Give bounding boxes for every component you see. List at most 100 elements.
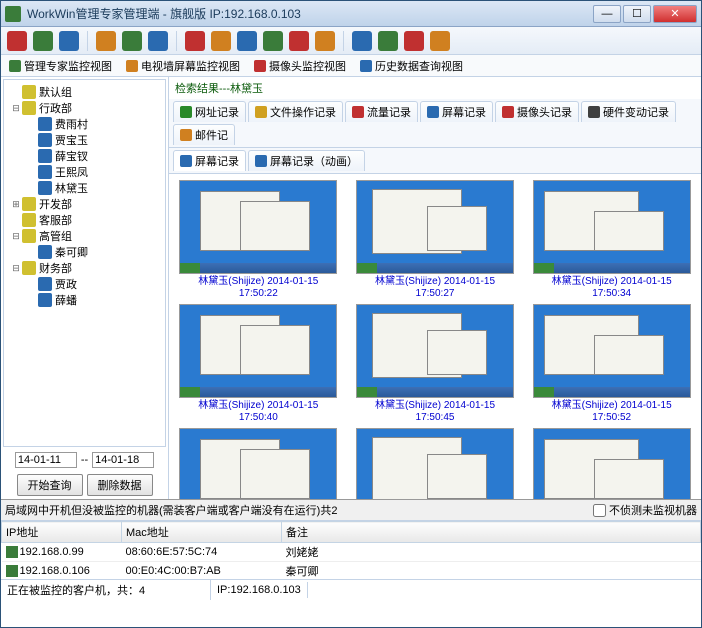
view-link-label: 历史数据查询视图	[375, 58, 463, 74]
toolbar-icon-3[interactable]	[96, 31, 116, 51]
screenshot-item[interactable]: 林黛玉(Shijize) 2014-01-1517:50:40	[173, 304, 344, 424]
col-mac[interactable]: Mac地址	[122, 522, 282, 543]
tree-node[interactable]: 薛蟠	[6, 292, 163, 308]
toolbar-icon-14[interactable]	[404, 31, 424, 51]
col-note[interactable]: 备注	[282, 522, 701, 543]
tree-node-label: 默认组	[39, 84, 72, 100]
screenshot-thumb	[533, 304, 691, 398]
tab-1[interactable]: 文件操作记录	[248, 101, 343, 122]
pc-icon	[6, 565, 18, 577]
delete-data-button[interactable]: 删除数据	[87, 474, 153, 496]
table-row[interactable]: 192.168.0.10600:E0:4C:00:B7:AB秦可卿	[2, 562, 701, 580]
toolbar-icon-6[interactable]	[185, 31, 205, 51]
folder-icon	[22, 197, 36, 211]
maximize-button[interactable]: ☐	[623, 5, 651, 23]
toolbar-icon-12[interactable]	[352, 31, 372, 51]
start-query-button[interactable]: 开始查询	[17, 474, 83, 496]
screenshot-item[interactable]: 林黛玉(Shijize) 2014-01-1517:50:27	[350, 180, 521, 300]
tab-4[interactable]: 摄像头记录	[495, 101, 579, 122]
tree-node[interactable]: 林黛玉	[6, 180, 163, 196]
pc-icon	[38, 293, 52, 307]
tree-node[interactable]: 客服部	[6, 212, 163, 228]
tabs-row-2: 屏幕记录屏幕记录（动画）	[169, 148, 701, 174]
minimize-button[interactable]: —	[593, 5, 621, 23]
toolbar-icon-2[interactable]	[59, 31, 79, 51]
view-link-2[interactable]: 摄像头监控视图	[254, 58, 346, 74]
screenshot-item[interactable]: 林黛玉(Shijize) 2014-01-1517:50:22	[173, 180, 344, 300]
view-link-1[interactable]: 电视墙屏幕监控视图	[126, 58, 240, 74]
tree-node-label: 费雨村	[55, 116, 88, 132]
tab-label: 流量记录	[367, 104, 411, 120]
pc-icon	[38, 165, 52, 179]
toolbar-icon-4[interactable]	[122, 31, 142, 51]
screenshot-thumb	[533, 180, 691, 274]
tree-node[interactable]: 秦可卿	[6, 244, 163, 260]
footer-panel: 局域网中开机但没被监控的机器(需装客户端或客户端没有在运行)共2 不侦测未监视机…	[1, 499, 701, 579]
tab-5[interactable]: 硬件变动记录	[581, 101, 676, 122]
org-tree[interactable]: 默认组⊟行政部费雨村贾宝玉薛宝钗王熙凤林黛玉⊞开发部客服部⊟高管组秦可卿⊟财务部…	[3, 79, 166, 447]
toolbar-icon-0[interactable]	[7, 31, 27, 51]
no-detect-checkbox-input[interactable]	[593, 504, 606, 517]
folder-icon	[22, 85, 36, 99]
toolbar	[1, 27, 701, 55]
screenshot-item[interactable]: 林黛玉(Shijize) 2014-01-1517:50:45	[350, 304, 521, 424]
tree-node[interactable]: ⊟高管组	[6, 228, 163, 244]
screenshot-thumb	[179, 304, 337, 398]
pc-icon	[38, 117, 52, 131]
tree-node[interactable]: 薛宝钗	[6, 148, 163, 164]
tab-icon	[180, 129, 192, 141]
view-link-3[interactable]: 历史数据查询视图	[360, 58, 463, 74]
tabs-row-1: 网址记录文件操作记录 流量记录屏幕记录摄像头记录硬件变动记录邮件记	[169, 99, 701, 148]
content-area: 检索结果---林黛玉 网址记录文件操作记录流量记录屏幕记录摄像头记录硬件变动记录…	[169, 77, 701, 499]
view-link-0[interactable]: 管理专家监控视图	[9, 58, 112, 74]
titlebar: WorkWin管理专家管理端 - 旗舰版 IP:192.168.0.103 — …	[1, 1, 701, 27]
col-ip[interactable]: IP地址	[2, 522, 122, 543]
toolbar-icon-7[interactable]	[211, 31, 231, 51]
toolbar-icon-1[interactable]	[33, 31, 53, 51]
tab-label: 网址记录	[195, 104, 239, 120]
toolbar-icon-9[interactable]	[263, 31, 283, 51]
screenshot-item[interactable]: 林黛玉(Shijize) 2014-01-1517:51:04	[350, 428, 521, 499]
tree-node[interactable]: ⊟行政部	[6, 100, 163, 116]
tab-icon	[255, 106, 267, 118]
tree-node[interactable]: 王熙凤	[6, 164, 163, 180]
date-to-input[interactable]	[92, 452, 154, 468]
tree-node[interactable]: 默认组	[6, 84, 163, 100]
screenshot-thumb	[179, 428, 337, 499]
tree-node[interactable]: 费雨村	[6, 116, 163, 132]
view-link-icon	[9, 60, 21, 72]
date-from-input[interactable]	[15, 452, 77, 468]
footer-header-label: 局域网中开机但没被监控的机器(需装客户端或客户端没有在运行)共2	[5, 502, 337, 518]
tree-node[interactable]: ⊟财务部	[6, 260, 163, 276]
tree-node-label: 贾政	[55, 276, 77, 292]
tab-0[interactable]: 网址记录	[173, 101, 246, 122]
tree-node-label: 高管组	[39, 228, 72, 244]
tree-node[interactable]: 贾宝玉	[6, 132, 163, 148]
tab-1[interactable]: 屏幕记录（动画）	[248, 150, 365, 171]
screenshot-item[interactable]: 林黛玉(Shijize) 2014-01-1517:51:10	[526, 428, 697, 499]
tab-6[interactable]: 邮件记	[173, 124, 235, 145]
toolbar-icon-8[interactable]	[237, 31, 257, 51]
view-linkbar: 管理专家监控视图电视墙屏幕监控视图摄像头监控视图 历史数据查询视图	[1, 55, 701, 77]
toolbar-icon-11[interactable]	[315, 31, 335, 51]
tree-node[interactable]: ⊞开发部	[6, 196, 163, 212]
toolbar-icon-10[interactable]	[289, 31, 309, 51]
screenshot-item[interactable]: 林黛玉(Shijize) 2014-01-1517:50:34	[526, 180, 697, 300]
date-range: --	[1, 449, 168, 471]
screenshot-item[interactable]: 林黛玉(Shijize) 2014-01-1517:50:52	[526, 304, 697, 424]
toolbar-icon-5[interactable]	[148, 31, 168, 51]
tree-node[interactable]: 贾政	[6, 276, 163, 292]
tab-2[interactable]: 流量记录	[345, 101, 418, 122]
close-button[interactable]: ✕	[653, 5, 697, 23]
table-row[interactable]: 192.168.0.9908:60:6E:57:5C:74刘姥姥	[2, 543, 701, 562]
toolbar-icon-15[interactable]	[430, 31, 450, 51]
toolbar-icon-13[interactable]	[378, 31, 398, 51]
no-detect-checkbox[interactable]: 不侦测未监视机器	[593, 502, 697, 518]
tree-node-label: 薛宝钗	[55, 148, 88, 164]
tab-0[interactable]: 屏幕记录	[173, 150, 246, 171]
tab-3[interactable]: 屏幕记录	[420, 101, 493, 122]
screenshot-thumb	[533, 428, 691, 499]
screenshot-item[interactable]: 林黛玉(Shijize) 2014-01-1517:50:58	[173, 428, 344, 499]
screenshot-grid: 林黛玉(Shijize) 2014-01-1517:50:22林黛玉(Shiji…	[169, 174, 701, 499]
date-separator: --	[81, 454, 88, 466]
